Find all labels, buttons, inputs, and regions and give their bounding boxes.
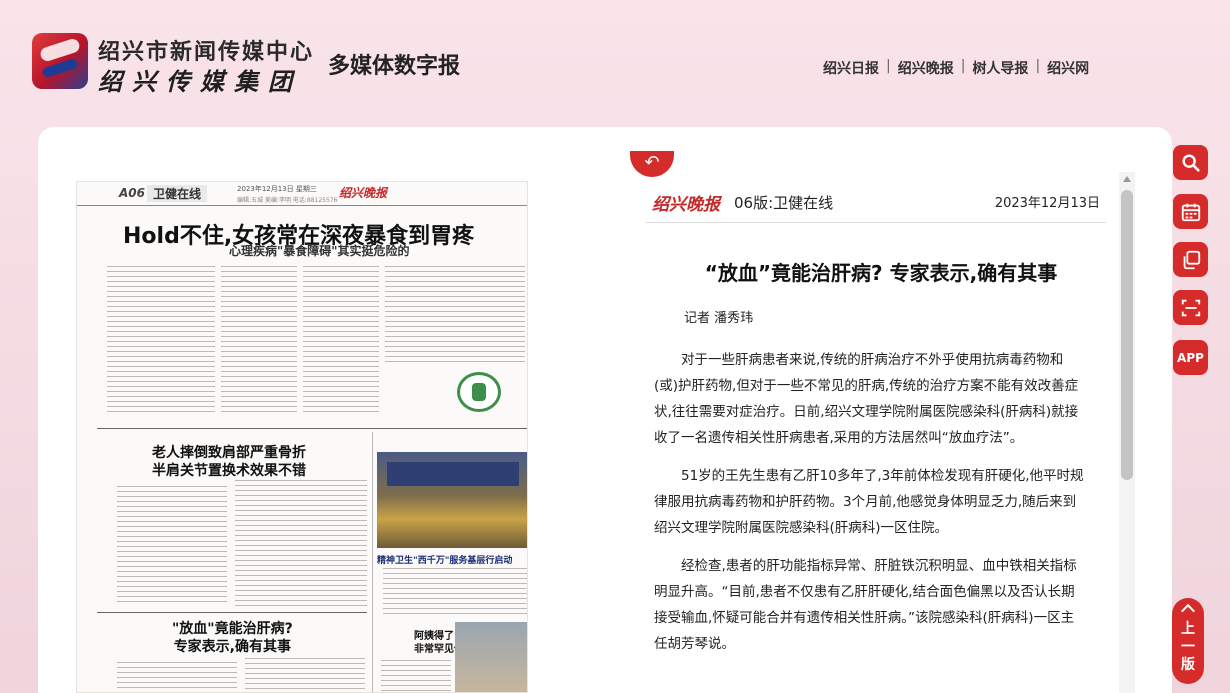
site-header: 绍兴市新闻传媒中心 绍兴传媒集团 多媒体数字报 绍兴日报 | 绍兴晚报 | 树人… [0,0,1230,125]
article-date: 2023年12月13日 [994,196,1100,211]
paper-photo [377,452,527,548]
paper-divider [372,432,373,692]
paper-headline-2-line2: 半肩关节置换术效果不错 [152,463,306,479]
previous-page-button[interactable]: 上 一 版 [1172,598,1204,684]
nav-shaoxing-evening[interactable]: 绍兴晚报 [898,58,954,78]
prev-page-label-1: 上 [1181,621,1195,637]
nav-shaoxing-daily[interactable]: 绍兴日报 [823,58,879,78]
paper-text-block [235,480,367,606]
search-icon [1181,153,1200,172]
paper-text-block [117,486,227,606]
paper-editor: 编辑:五城 美编:李明 电话:88125576 [237,197,338,204]
nav-separator: | [886,58,891,74]
paper-headline-2-line1: 老人摔倒致肩部严重骨折 [152,445,306,461]
paper-headline-3-line1: "放血"竟能治肝病? [172,621,293,637]
article-paragraph: 经检查,患者的肝功能指标异常、肝脏铁沉积明显、血中铁相关指标明显升高。“目前,患… [654,558,1077,652]
paper-masthead: 绍兴晚报 [339,186,388,200]
top-nav: 绍兴日报 | 绍兴晚报 | 树人导报 | 绍兴网 [823,58,1089,78]
paper-page-number: A06 [119,186,145,200]
article-header: 绍兴晚报 06版:卫健在线 2023年12月13日 [646,181,1106,223]
paper-section: 卫健在线 [147,185,208,202]
paper-photo [455,622,527,692]
paper-logo-badge-icon [457,372,501,412]
app-icon: APP [1177,350,1204,365]
paper-date: 2023年12月13日 星期三 [237,185,317,193]
paper-page-header: A06 卫健在线 2023年12月13日 星期三 编辑:五城 美编:李明 电话:… [77,182,527,206]
article-masthead: 绍兴晚报 [652,195,720,215]
chevron-up-icon [1180,603,1196,619]
article-paragraph: 对于一些肝病患者来说,传统的肝病治疗不外乎使用抗病毒药物和(或)护肝药物,但对于… [654,352,1079,446]
site-name: 多媒体数字报 [328,53,461,79]
article-panel: 绍兴晚报 06版:卫健在线 2023年12月13日 “放血”竟能治肝病? 专家表… [646,181,1116,693]
nav-shuren-daobao[interactable]: 树人导报 [972,58,1028,78]
article-page-label: 06版:卫健在线 [734,194,834,212]
paper-text-block [245,658,365,692]
copy-icon [1183,250,1200,269]
calendar-button[interactable] [1173,194,1208,229]
newspaper-page-image[interactable]: A06 卫健在线 2023年12月13日 星期三 编辑:五城 美编:李明 电话:… [76,181,528,693]
nav-separator: | [1035,58,1041,74]
nav-separator: | [960,58,966,74]
paper-text-block [381,660,451,692]
paper-text-block [383,568,527,614]
copy-button[interactable] [1173,242,1208,277]
paper-text-block [117,662,237,692]
prev-page-label-2: 一 [1181,639,1195,655]
article-title: “放血”竟能治肝病? 专家表示,确有其事 [704,261,1058,285]
paper-text-block [303,266,379,416]
paper-text-block [385,266,525,366]
scan-button[interactable] [1173,290,1208,325]
paper-divider [97,428,527,429]
app-button[interactable]: APP [1173,340,1208,375]
scrollbar-thumb[interactable] [1121,190,1133,480]
paper-headline-3[interactable]: "放血"竟能治肝病? 专家表示,确有其事 [172,620,293,656]
prev-page-label-3: 版 [1181,657,1195,673]
paper-text-block [107,266,215,416]
paper-headline-main-sub: 心理疾病"暴食障碍"其实挺危险的 [229,244,410,258]
article-scrollbar[interactable] [1119,172,1135,693]
calendar-icon [1181,203,1200,221]
group-name: 绍兴传媒集团 [98,67,302,96]
article-author: 记者 潘秀玮 [684,311,754,326]
logo-icon[interactable] [32,33,88,89]
scan-icon [1181,299,1200,316]
nav-shaoxing-web[interactable]: 绍兴网 [1047,58,1089,78]
article-paragraph: 51岁的王先生患有乙肝10多年了,3年前体检发现有肝硬化,他平时规律服用抗病毒药… [654,468,1084,536]
article-body: 对于一些肝病患者来说,传统的肝病治疗不外乎使用抗病毒药物和(或)护肝药物,但对于… [654,347,1087,669]
paper-divider [97,612,367,613]
search-button[interactable] [1173,145,1208,180]
paper-headline-2[interactable]: 老人摔倒致肩部严重骨折 半肩关节置换术效果不错 [152,444,306,480]
paper-headline-3-line2: 专家表示,确有其事 [173,639,292,655]
paper-photo-caption[interactable]: 精神卫生"西千万"服务基层行启动 [377,553,512,566]
paper-text-block [221,266,297,416]
scroll-up-arrow-icon[interactable] [1123,176,1131,182]
back-arrow-icon: ↶ [644,152,660,173]
